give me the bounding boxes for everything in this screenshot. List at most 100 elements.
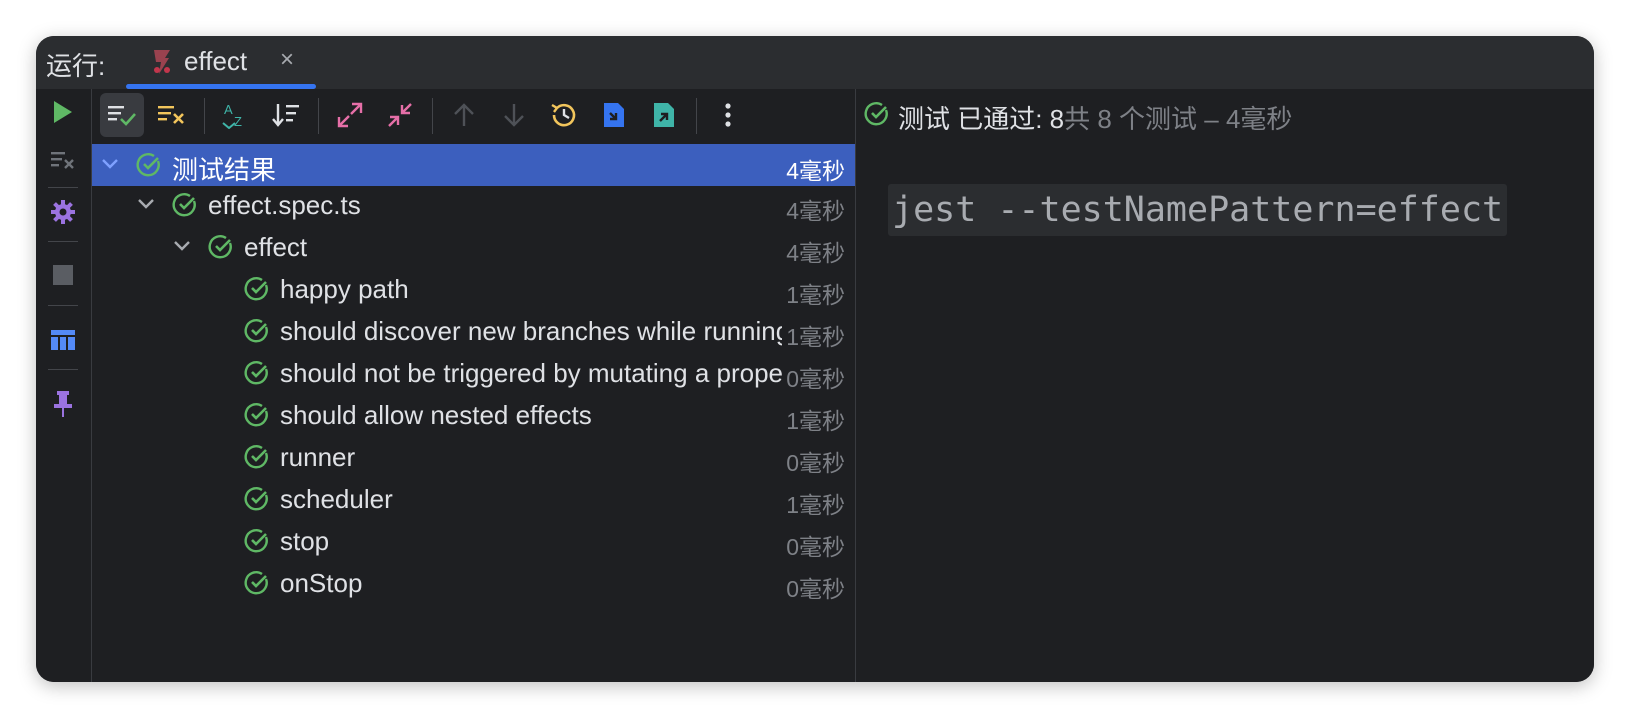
tree-row-label: stop (280, 526, 330, 556)
test-history-button[interactable] (542, 93, 586, 137)
history-icon (551, 103, 576, 127)
chevron-down-icon[interactable] (172, 236, 192, 256)
tree-row-label: runner (280, 442, 356, 472)
expand-all-icon (337, 102, 363, 128)
layout-icon (51, 330, 75, 350)
export-tests-button[interactable] (642, 93, 686, 137)
import-icon (604, 103, 624, 127)
tree-row-duration: 1毫秒 (782, 318, 845, 352)
left-toolbar (36, 89, 92, 682)
more-options-button[interactable] (706, 93, 750, 137)
tree-row-label: effect.spec.ts (208, 190, 361, 220)
tree-row-duration: 4毫秒 (782, 152, 845, 186)
play-icon (54, 101, 72, 123)
console-output[interactable]: 测试 已通过: 8共 8 个测试 – 4毫秒 jest --testNamePa… (856, 89, 1594, 682)
jest-icon (154, 50, 170, 74)
tree-row-duration: 0毫秒 (782, 444, 845, 478)
arrow-up-icon (454, 103, 474, 126)
tree-row-test[interactable]: happy path 1毫秒 (92, 268, 855, 310)
tree-row-duration: 0毫秒 (782, 528, 845, 562)
more-vertical-icon (725, 103, 731, 127)
chevron-down-icon[interactable] (136, 194, 156, 214)
tree-row-test[interactable]: runner 0毫秒 (92, 436, 855, 478)
sort-alphabetically-button[interactable]: A Z (214, 93, 258, 137)
show-passed-icon (108, 106, 136, 126)
passed-check-icon (244, 361, 268, 385)
show-ignored-icon (158, 106, 184, 124)
gear-icon (51, 200, 75, 224)
stop-icon (53, 265, 73, 285)
tree-row-label: should not be triggered by mutating a pr… (280, 358, 840, 388)
rerun-button[interactable] (46, 95, 80, 129)
close-icon[interactable]: × (280, 46, 294, 74)
collapse-all-button[interactable] (378, 93, 422, 137)
tree-row-duration: 1毫秒 (782, 402, 845, 436)
passed-check-icon (244, 487, 268, 511)
stop-button[interactable] (46, 258, 80, 292)
tab-effect[interactable]: effect × (126, 36, 316, 89)
collapse-all-icon (388, 103, 412, 127)
sort-by-duration-button[interactable] (264, 93, 308, 137)
passed-check-icon (172, 193, 196, 217)
tree-row-label: scheduler (280, 484, 393, 514)
run-tool-window: 运行: effect × A Z 测试结果 4毫秒 effect.spec.ts… (36, 36, 1594, 682)
tree-row-duration: 1毫秒 (782, 486, 845, 520)
test-status-summary: 测试 已通过: 8共 8 个测试 – 4毫秒 (898, 99, 1292, 135)
run-label: 运行: (46, 51, 106, 81)
command-line: jest --testNamePattern=effect (888, 184, 1508, 236)
tree-row-label: should discover new branches while runni… (280, 316, 840, 346)
tree-row-duration: 4毫秒 (782, 234, 845, 268)
passed-check-icon (208, 235, 232, 259)
pin-tab-button[interactable] (46, 387, 80, 421)
show-ignored-button[interactable] (150, 93, 194, 137)
tree-row-test[interactable]: scheduler 1毫秒 (92, 478, 855, 520)
sort-alpha-icon: A Z (222, 102, 242, 129)
chevron-down-icon[interactable] (100, 154, 120, 174)
passed-check-icon (244, 403, 268, 427)
tree-row-label: effect (244, 232, 308, 262)
arrow-down-icon (504, 104, 524, 127)
tree-row-suite[interactable]: effect 4毫秒 (92, 226, 855, 268)
tree-row-test[interactable]: stop 0毫秒 (92, 520, 855, 562)
tree-row-root[interactable]: 测试结果 4毫秒 (92, 144, 855, 186)
tab-label: effect (184, 46, 248, 76)
tree-row-file[interactable]: effect.spec.ts 4毫秒 (92, 184, 855, 226)
passed-check-icon (244, 529, 268, 553)
layout-button[interactable] (46, 323, 80, 357)
next-failed-button[interactable] (492, 93, 536, 137)
passed-check-icon (864, 102, 888, 126)
passed-check-icon (244, 445, 268, 469)
show-passed-button[interactable] (100, 93, 144, 137)
tree-row-label: 测试结果 (172, 155, 277, 185)
svg-text:A: A (224, 102, 233, 117)
tool-window-header: 运行: effect × (36, 36, 1594, 89)
total-tests-text: 共 8 个测试 – 4毫秒 (1064, 104, 1293, 134)
tree-row-label: should allow nested effects (280, 400, 592, 430)
previous-failed-button[interactable] (442, 93, 486, 137)
rerun-failed-button[interactable] (46, 143, 80, 177)
rerun-failed-icon (51, 152, 74, 169)
passed-count-text: 测试 已通过: 8 (898, 104, 1065, 134)
test-toolbar: A Z (92, 89, 855, 144)
tree-row-label: happy path (280, 274, 409, 304)
tree-row-duration: 0毫秒 (782, 570, 845, 604)
test-tree-panel: A Z 测试结果 4毫秒 effect.spec.ts 4毫秒 effect 4… (92, 89, 856, 682)
settings-button[interactable] (46, 195, 80, 229)
expand-all-button[interactable] (328, 93, 372, 137)
sort-duration-icon (272, 104, 299, 127)
tree-row-duration: 4毫秒 (782, 192, 845, 226)
tree-row-label: onStop (280, 568, 363, 598)
tree-row-duration: 0毫秒 (782, 360, 845, 394)
passed-check-icon (244, 319, 268, 343)
passed-check-icon (136, 153, 160, 177)
export-icon (654, 103, 674, 127)
tree-row-test[interactable]: should allow nested effects 1毫秒 (92, 394, 855, 436)
tree-row-test[interactable]: should not be triggered by mutating a pr… (92, 352, 855, 394)
import-tests-button[interactable] (592, 93, 636, 137)
passed-check-icon (244, 571, 268, 595)
tree-row-test[interactable]: onStop 0毫秒 (92, 562, 855, 604)
svg-text:Z: Z (234, 114, 242, 129)
passed-check-icon (244, 277, 268, 301)
tree-row-duration: 1毫秒 (782, 276, 845, 310)
tree-row-test[interactable]: should discover new branches while runni… (92, 310, 855, 352)
